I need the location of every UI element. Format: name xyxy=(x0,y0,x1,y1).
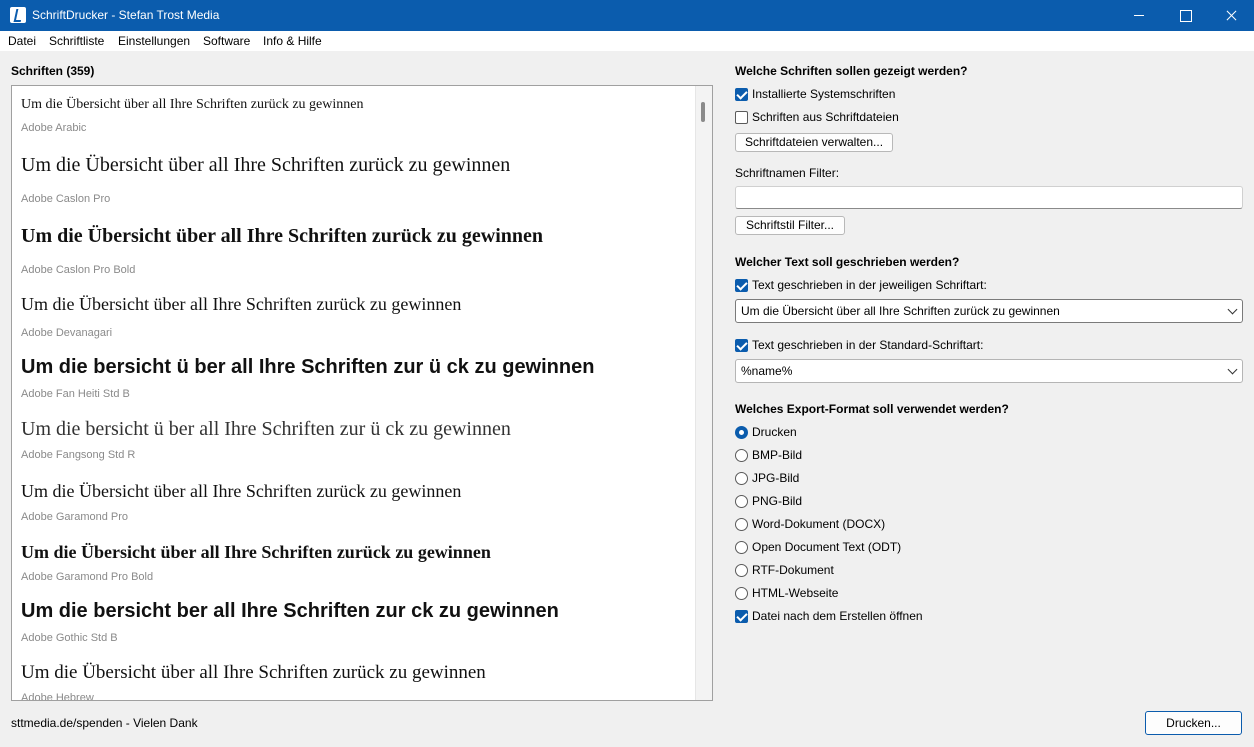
menu-einstellungen[interactable]: Einstellungen xyxy=(118,34,190,48)
export-option-label: Drucken xyxy=(752,425,797,439)
fonts-heading: Schriften (359) xyxy=(11,64,95,78)
maximize-icon[interactable] xyxy=(1162,0,1208,31)
checkbox-unchecked-icon[interactable] xyxy=(735,110,748,124)
own-font-text-value[interactable]: Um die Übersicht über all Ihre Schriften… xyxy=(741,304,1060,318)
menu-info-hilfe[interactable]: Info & Hilfe xyxy=(263,34,322,48)
font-sample[interactable]: Um die Übersicht über all Ihre Schriften… xyxy=(21,481,461,502)
font-preview-list[interactable]: Um die Übersicht über all Ihre Schriften… xyxy=(11,85,713,701)
font-sample[interactable]: Um die Übersicht über all Ihre Schriften… xyxy=(21,294,461,315)
radio-selected-icon[interactable] xyxy=(735,425,748,439)
export-option-label: PNG-Bild xyxy=(752,494,803,508)
std-font-text-checkbox[interactable]: Text geschrieben in der Standard-Schrift… xyxy=(735,337,983,353)
font-name: Adobe Caslon Pro Bold xyxy=(21,264,136,276)
export-option-label: HTML-Webseite xyxy=(752,586,839,600)
menu-datei[interactable]: Datei xyxy=(8,34,36,48)
font-name: Adobe Hebrew xyxy=(21,692,94,701)
font-sample[interactable]: Um die Übersicht über all Ihre Schriften… xyxy=(21,225,543,248)
radio-unselected-icon[interactable] xyxy=(735,494,748,508)
font-name: Adobe Arabic xyxy=(21,122,87,134)
export-option-drucken[interactable]: Drucken xyxy=(735,424,797,440)
font-name: Adobe Caslon Pro xyxy=(21,193,111,205)
menu-bar: Datei Schriftliste Einstellungen Softwar… xyxy=(0,31,1254,51)
radio-unselected-icon[interactable] xyxy=(735,448,748,462)
installed-fonts-label: Installierte Systemschriften xyxy=(752,87,896,101)
scrollbar[interactable] xyxy=(695,86,712,700)
checkbox-checked-icon[interactable] xyxy=(735,609,748,623)
open-after-create-checkbox[interactable]: Datei nach dem Erstellen öffnen xyxy=(735,608,923,624)
donation-link[interactable]: sttmedia.de/spenden - Vielen Dank xyxy=(11,716,198,730)
font-sample[interactable]: Um die bersicht ü ber all Ihre Schriften… xyxy=(21,418,511,441)
export-option-label: JPG-Bild xyxy=(752,471,800,485)
export-option-label: Open Document Text (ODT) xyxy=(752,540,902,554)
export-option-label: RTF-Dokument xyxy=(752,563,834,577)
radio-unselected-icon[interactable] xyxy=(735,540,748,554)
export-option-bmp[interactable]: BMP-Bild xyxy=(735,447,802,463)
checkbox-checked-icon[interactable] xyxy=(735,278,748,292)
font-name: Adobe Fan Heiti Std B xyxy=(21,388,130,400)
checkbox-checked-icon[interactable] xyxy=(735,338,748,352)
export-option-rtf[interactable]: RTF-Dokument xyxy=(735,562,834,578)
close-icon[interactable] xyxy=(1208,0,1254,31)
export-option-odt[interactable]: Open Document Text (ODT) xyxy=(735,539,901,555)
own-font-text-combo[interactable]: Um die Übersicht über all Ihre Schriften… xyxy=(735,299,1243,323)
window-title: SchriftDrucker - Stefan Trost Media xyxy=(32,8,220,22)
title-bar: SchriftDrucker - Stefan Trost Media xyxy=(0,0,1254,31)
font-files-checkbox[interactable]: Schriften aus Schriftdateien xyxy=(735,109,899,125)
open-after-create-label: Datei nach dem Erstellen öffnen xyxy=(752,609,923,623)
manage-font-files-button[interactable]: Schriftdateien verwalten... xyxy=(735,133,893,152)
font-sample[interactable]: Um die Übersicht über all Ihre Schriften… xyxy=(21,662,486,684)
std-font-text-combo[interactable]: %name% xyxy=(735,359,1243,383)
export-option-png[interactable]: PNG-Bild xyxy=(735,493,802,509)
own-font-text-label: Text geschrieben in der jeweiligen Schri… xyxy=(752,278,987,292)
minimize-icon[interactable] xyxy=(1116,0,1162,31)
font-name: Adobe Garamond Pro Bold xyxy=(21,571,154,583)
chevron-down-icon[interactable] xyxy=(1227,364,1238,375)
export-option-jpg[interactable]: JPG-Bild xyxy=(735,470,799,486)
font-sample[interactable]: Um die Übersicht über all Ihre Schriften… xyxy=(21,542,491,563)
which-fonts-heading: Welche Schriften sollen gezeigt werden? xyxy=(735,64,968,78)
menu-software[interactable]: Software xyxy=(203,34,250,48)
font-sample[interactable]: Um die bersicht ü ber all Ihre Schriften… xyxy=(21,356,594,379)
export-format-heading: Welches Export-Format soll verwendet wer… xyxy=(735,402,1009,416)
font-name: Adobe Gothic Std B xyxy=(21,632,118,644)
export-option-html[interactable]: HTML-Webseite xyxy=(735,585,838,601)
menu-schriftliste[interactable]: Schriftliste xyxy=(49,34,104,48)
font-sample[interactable]: Um die bersicht ber all Ihre Schriften z… xyxy=(21,600,559,623)
font-name: Adobe Fangsong Std R xyxy=(21,449,136,461)
scrollbar-thumb[interactable] xyxy=(701,102,705,122)
font-sample[interactable]: Um die Übersicht über all Ihre Schriften… xyxy=(21,97,364,113)
radio-unselected-icon[interactable] xyxy=(735,517,748,531)
radio-unselected-icon[interactable] xyxy=(735,586,748,600)
radio-unselected-icon[interactable] xyxy=(735,563,748,577)
chevron-down-icon[interactable] xyxy=(1227,304,1238,315)
which-text-heading: Welcher Text soll geschrieben werden? xyxy=(735,255,960,269)
export-option-label: BMP-Bild xyxy=(752,448,803,462)
font-name: Adobe Garamond Pro xyxy=(21,511,129,523)
font-sample[interactable]: Um die Übersicht über all Ihre Schriften… xyxy=(21,154,510,177)
std-font-text-value[interactable]: %name% xyxy=(741,364,792,378)
font-style-filter-button[interactable]: Schriftstil Filter... xyxy=(735,216,845,235)
font-files-label: Schriften aus Schriftdateien xyxy=(752,110,899,124)
font-name-filter-label: Schriftnamen Filter: xyxy=(735,166,840,180)
std-font-text-label: Text geschrieben in der Standard-Schrift… xyxy=(752,338,984,352)
checkbox-checked-icon[interactable] xyxy=(735,87,748,101)
own-font-text-checkbox[interactable]: Text geschrieben in der jeweiligen Schri… xyxy=(735,277,987,293)
print-button[interactable]: Drucken... xyxy=(1145,711,1242,735)
installed-fonts-checkbox[interactable]: Installierte Systemschriften xyxy=(735,86,895,102)
font-name-filter-input[interactable] xyxy=(735,186,1243,209)
radio-unselected-icon[interactable] xyxy=(735,471,748,485)
export-option-label: Word-Dokument (DOCX) xyxy=(752,517,886,531)
app-icon xyxy=(10,7,26,23)
export-option-docx[interactable]: Word-Dokument (DOCX) xyxy=(735,516,885,532)
font-name: Adobe Devanagari xyxy=(21,327,113,339)
